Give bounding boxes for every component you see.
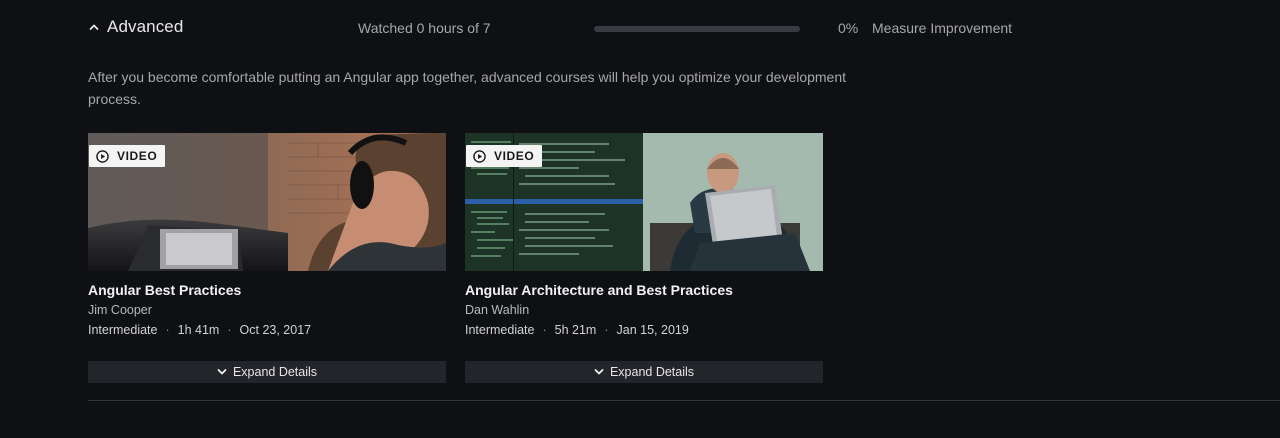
- expand-details-label: Expand Details: [609, 365, 695, 379]
- course-duration: 5h 21m: [554, 323, 597, 337]
- expand-details-button[interactable]: Expand Details: [465, 361, 823, 383]
- progress-bar: [594, 26, 800, 32]
- course-date: Jan 15, 2019: [616, 323, 689, 337]
- play-circle-icon: [473, 149, 486, 163]
- chevron-down-icon: [594, 367, 604, 377]
- course-card: VIDEO Angular Architecture and Best Prac…: [465, 133, 823, 383]
- section-title: Advanced: [107, 17, 184, 36]
- expand-details-label: Expand Details: [232, 365, 318, 379]
- course-author: Dan Wahlin: [465, 303, 530, 317]
- meta-separator-dot: ·: [604, 323, 609, 337]
- course-date: Oct 23, 2017: [239, 323, 312, 337]
- play-circle-icon: [96, 149, 109, 163]
- video-badge-label: VIDEO: [494, 149, 535, 163]
- meta-separator-dot: ·: [542, 323, 547, 337]
- expand-details-button[interactable]: Expand Details: [88, 361, 446, 383]
- course-thumbnail[interactable]: VIDEO: [88, 133, 446, 271]
- meta-separator-dot: ·: [227, 323, 232, 337]
- section-header: Advanced Watched 0 hours of 7 0% Measure…: [88, 0, 1188, 58]
- video-badge-label: VIDEO: [117, 149, 158, 163]
- measure-improvement-link[interactable]: Measure Improvement: [872, 20, 1012, 36]
- course-author: Jim Cooper: [88, 303, 152, 317]
- section-description: After you become comfortable putting an …: [88, 69, 847, 107]
- course-meta: Intermediate · 1h 41m · Oct 23, 2017: [88, 321, 446, 339]
- meta-separator-dot: ·: [165, 323, 170, 337]
- course-level: Intermediate: [88, 323, 158, 337]
- progress-percent: 0%: [838, 20, 859, 36]
- watched-hours-text: Watched 0 hours of 7: [358, 20, 491, 36]
- learning-path-section: Advanced Watched 0 hours of 7 0% Measure…: [0, 0, 1280, 438]
- course-level: Intermediate: [465, 323, 535, 337]
- video-badge: VIDEO: [89, 145, 166, 167]
- course-duration: 1h 41m: [177, 323, 220, 337]
- video-badge: VIDEO: [466, 145, 543, 167]
- chevron-down-icon: [217, 367, 227, 377]
- section-divider: [88, 400, 1280, 401]
- course-thumbnail[interactable]: VIDEO: [465, 133, 823, 271]
- course-card: VIDEO Angular Best Practices Jim Cooper …: [88, 133, 446, 383]
- course-meta: Intermediate · 5h 21m · Jan 15, 2019: [465, 321, 823, 339]
- course-title[interactable]: Angular Best Practices: [88, 281, 446, 299]
- course-title[interactable]: Angular Architecture and Best Practices: [465, 281, 823, 299]
- chevron-up-icon: [88, 21, 100, 33]
- section-toggle-advanced[interactable]: Advanced: [88, 17, 183, 37]
